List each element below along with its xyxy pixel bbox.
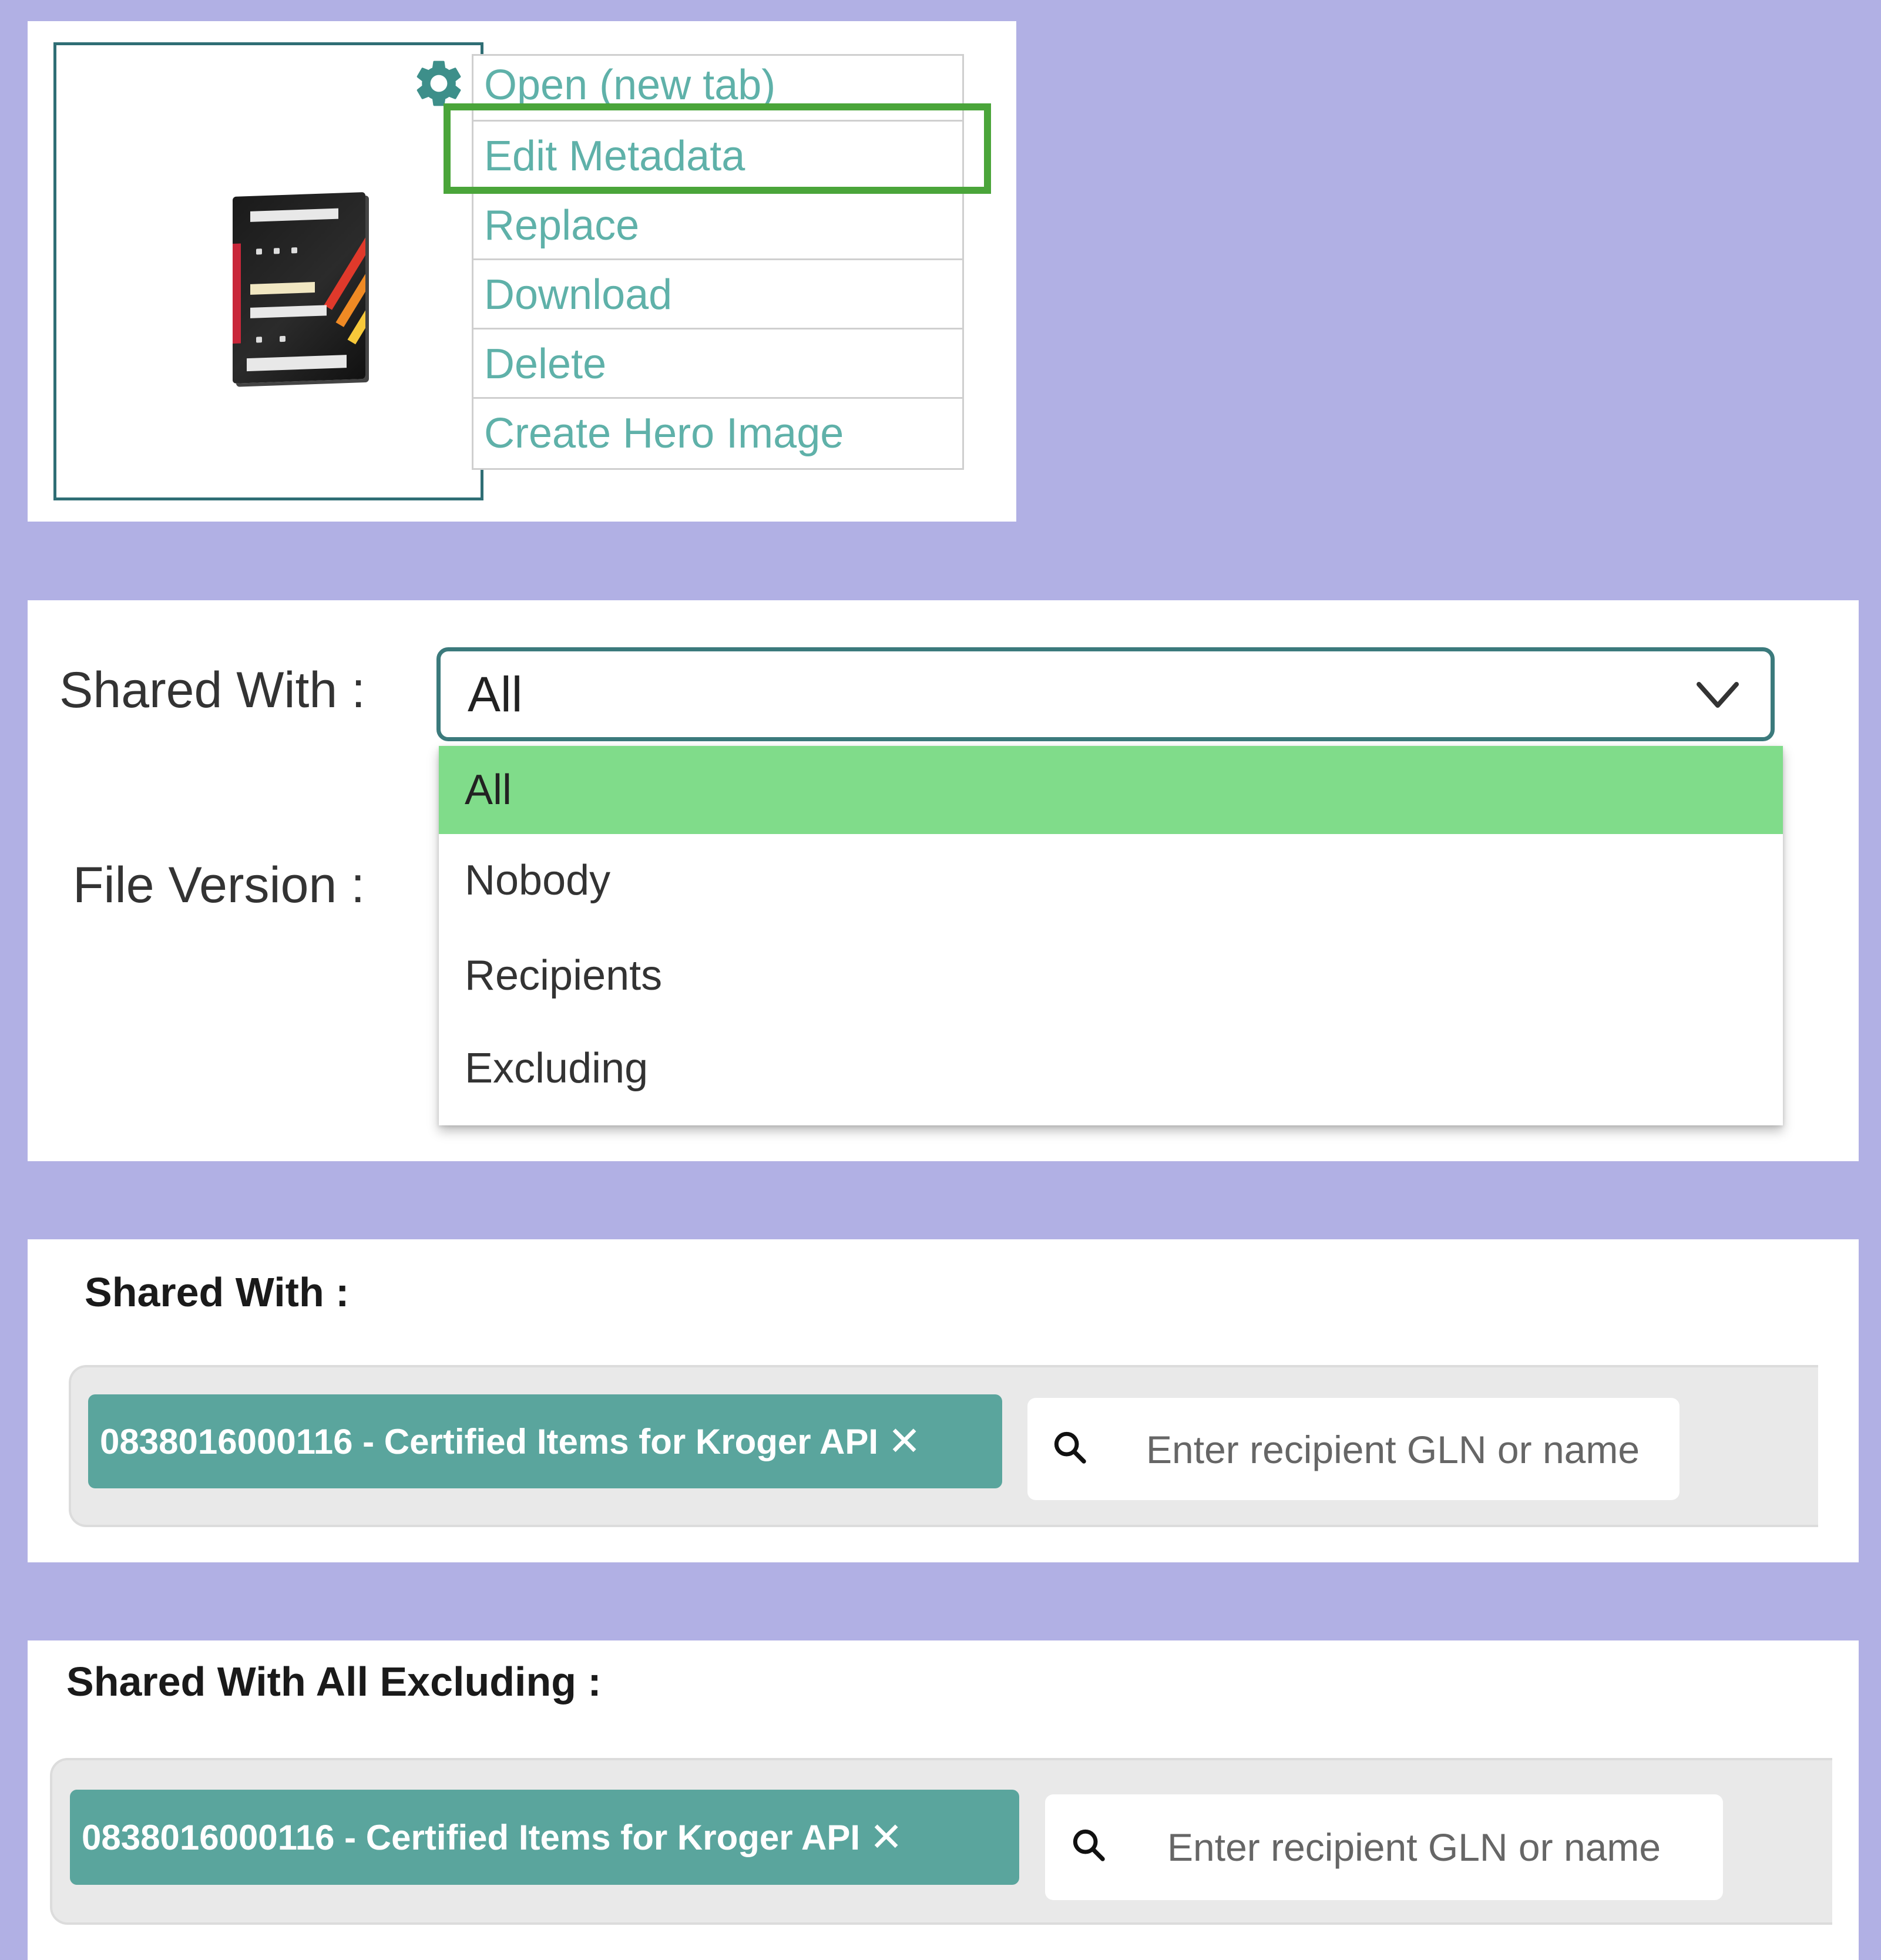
excluding-search-input[interactable] [1167, 1819, 1708, 1875]
menu-item-delete[interactable]: Delete [473, 330, 962, 399]
option-nobody[interactable]: Nobody [439, 836, 1783, 924]
close-icon[interactable]: ✕ [888, 1418, 921, 1465]
excluding-panel: Shared With All Excluding : 083801600011… [28, 1640, 1859, 1960]
menu-item-download[interactable]: Download [473, 260, 962, 330]
excluding-chip: 0838016000116 - Certified Items for Krog… [70, 1790, 1019, 1885]
file-version-label: File Version : [73, 857, 365, 913]
search-icon [1054, 1431, 1086, 1464]
search-icon [1073, 1829, 1105, 1861]
recipients-panel: Shared With : 0838016000116 - Certified … [28, 1239, 1859, 1562]
file-thumbnail [233, 192, 365, 384]
excluding-title: Shared With All Excluding : [66, 1659, 602, 1705]
excluding-chip-label: 0838016000116 - Certified Items for Krog… [82, 1817, 861, 1857]
edit-metadata-highlight [444, 103, 991, 194]
select-current-value: All [468, 667, 523, 722]
menu-item-create-hero-image[interactable]: Create Hero Image [473, 399, 962, 468]
shared-with-label: Shared With : [59, 662, 365, 718]
shared-with-options: All Nobody Recipients Excluding [439, 746, 1783, 1125]
shared-with-select[interactable]: All [436, 647, 1775, 741]
recipient-chip: 0838016000116 - Certified Items for Krog… [88, 1394, 1002, 1488]
menu-item-replace[interactable]: Replace [473, 191, 962, 260]
close-icon[interactable]: ✕ [869, 1814, 903, 1861]
chevron-down-icon [1697, 682, 1739, 708]
recipient-search-box [1027, 1398, 1680, 1500]
recipient-search-input[interactable] [1146, 1421, 1663, 1478]
sharing-form-panel: Shared With : File Version : All All Nob… [28, 600, 1859, 1161]
recipients-title: Shared With : [85, 1269, 350, 1315]
excluding-search-box [1045, 1794, 1723, 1900]
option-all[interactable]: All [439, 746, 1783, 834]
option-excluding[interactable]: Excluding [439, 1024, 1783, 1112]
recipient-chip-label: 0838016000116 - Certified Items for Krog… [100, 1421, 879, 1461]
option-recipients[interactable]: Recipients [439, 932, 1783, 1020]
file-actions-panel: Open (new tab) Edit Metadata Replace Dow… [28, 21, 1016, 522]
